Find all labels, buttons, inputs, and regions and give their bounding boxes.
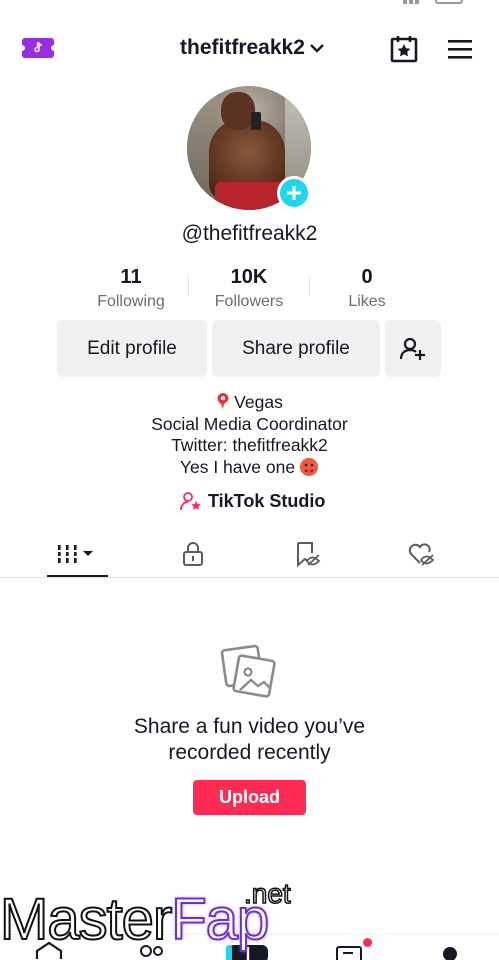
profile-actions: Edit profile Share profile [0, 320, 499, 378]
battery-icon [435, 0, 463, 4]
chevron-down-icon [310, 44, 324, 53]
tiktok-studio-link[interactable]: TikTok Studio [180, 489, 325, 513]
pin-icon [217, 393, 229, 409]
bio-line: Social Media Coordinator [151, 413, 348, 434]
stat-value: 0 [361, 266, 373, 288]
photos-icon [220, 644, 276, 698]
promo-ticket-icon[interactable] [19, 38, 57, 58]
inbox-badge [363, 938, 372, 947]
profile-handle: @thefitfreakk2 [181, 222, 318, 245]
empty-title-line: Share a fun video you’ve [133, 715, 366, 738]
calendar-star-icon[interactable] [389, 34, 419, 64]
inbox-icon[interactable] [335, 941, 365, 960]
profile-bio: Vegas Social Media Coordinator Twitter: … [0, 392, 499, 478]
bio-line-last: Yes I have one [0, 457, 499, 479]
watermark-word: Master [0, 886, 173, 953]
lock-icon [183, 542, 203, 566]
grid-bars-icon [56, 545, 93, 563]
bio-location-line: Vegas [0, 392, 499, 414]
status-bar [0, 0, 499, 10]
add-friend-button[interactable] [385, 320, 441, 377]
empty-state-title: Share a fun video you’ve recorded recent… [0, 714, 499, 766]
tab-saved[interactable] [246, 530, 370, 578]
active-tab-indicator [47, 575, 108, 577]
tab-private[interactable] [131, 530, 255, 578]
creator-star-icon [180, 492, 201, 511]
stat-label: Followers [214, 293, 284, 310]
edit-profile-button[interactable]: Edit profile [57, 320, 207, 377]
watermark-word: Fap [170, 886, 270, 953]
bio-text: Yes I have one [179, 456, 296, 477]
stat-followers[interactable]: 10K Followers [189, 266, 309, 311]
hot-face-emoji-icon [300, 457, 319, 476]
stat-likes[interactable]: 0 Likes [307, 266, 427, 311]
profile-header: thefitfreakk2 [0, 24, 499, 72]
bio-location: Vegas [234, 392, 283, 412]
stat-label: Following [97, 293, 165, 310]
username-title: thefitfreakk2 [180, 36, 305, 59]
plus-icon [287, 186, 301, 200]
upload-button[interactable]: Upload [193, 780, 306, 815]
bio-line: Twitter: thefitfreakk2 [171, 435, 328, 455]
site-watermark: .net MasterFap [0, 877, 305, 960]
stat-following[interactable]: 11 Following [71, 266, 191, 311]
signal-icon [403, 0, 419, 4]
hamburger-menu-icon[interactable] [446, 37, 474, 61]
share-profile-button[interactable]: Share profile [212, 320, 380, 377]
bookmark-hidden-icon [297, 542, 321, 567]
studio-label: TikTok Studio [208, 490, 326, 511]
stat-value: 11 [120, 266, 142, 288]
tab-videos-grid[interactable] [15, 530, 139, 578]
tab-liked[interactable] [360, 530, 484, 578]
add-friend-icon [399, 337, 425, 360]
profile-stats: 11 Following 10K Followers 0 Likes [0, 266, 499, 316]
stat-label: Likes [348, 293, 386, 310]
watermark-logo: MasterFap [0, 886, 270, 953]
profile-avatar[interactable] [187, 86, 311, 210]
heart-hidden-icon [408, 543, 435, 566]
content-tabs [0, 530, 499, 578]
account-switcher[interactable]: thefitfreakk2 [180, 36, 325, 60]
profile-icon[interactable] [435, 941, 465, 960]
add-avatar-button[interactable] [277, 176, 311, 210]
stat-value: 10K [230, 266, 268, 288]
empty-title-line: recorded recently [168, 741, 331, 764]
